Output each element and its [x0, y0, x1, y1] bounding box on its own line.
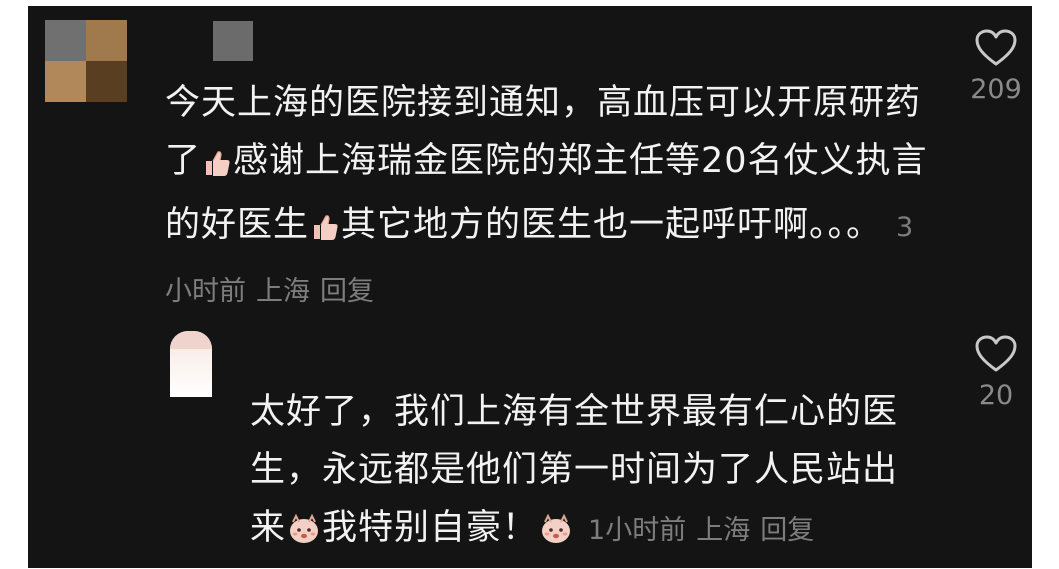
- comment-body: 太好了，我们上海有全世界最有仁心的医生，永远都是他们第一时间为了人民站出来 我特别…: [250, 383, 930, 563]
- username-blurred[interactable]: [213, 21, 253, 61]
- proud-face-icon: [539, 505, 573, 563]
- thumbs-up-icon: [202, 138, 232, 196]
- comment-text-end: 我特别自豪！: [322, 508, 539, 548]
- avatar[interactable]: [45, 20, 127, 102]
- like-group: 209: [956, 28, 1032, 105]
- reply-button[interactable]: 回复: [760, 515, 814, 546]
- like-count: 209: [970, 74, 1022, 105]
- comment-time: 1小时前: [588, 515, 687, 546]
- proud-face-icon: [287, 505, 321, 563]
- comment-location: 上海: [256, 276, 310, 307]
- heart-icon[interactable]: [956, 334, 1032, 374]
- comment-body: 今天上海的医院接到通知，高血压可以开原研药了 感谢上海瑞金医院的郑主任等20名仗义…: [165, 74, 935, 321]
- comment-list: 今天上海的医院接到通知，高血压可以开原研药了 感谢上海瑞金医院的郑主任等20名仗义…: [28, 6, 1032, 568]
- like-group: 20: [956, 334, 1032, 411]
- comment-meta: 1小时前 上海 回复: [588, 515, 824, 546]
- like-count: 20: [978, 380, 1014, 411]
- avatar[interactable]: [170, 331, 212, 397]
- comment-location: 上海: [696, 515, 751, 546]
- heart-icon[interactable]: [956, 28, 1032, 68]
- thumbs-up-icon: [310, 202, 340, 260]
- comment-text-end: 其它地方的医生也一起呼吁啊。。。: [341, 205, 883, 245]
- reply-button[interactable]: 回复: [320, 276, 374, 307]
